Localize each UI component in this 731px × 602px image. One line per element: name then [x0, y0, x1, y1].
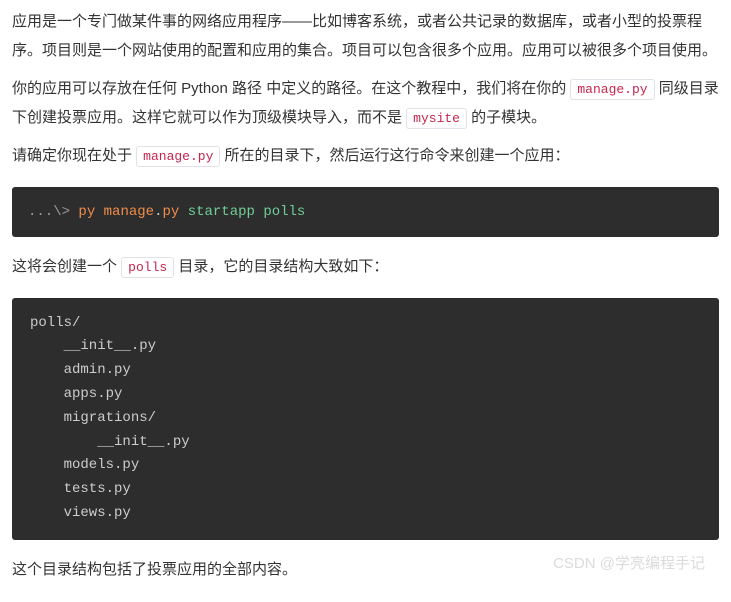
inline-code-mysite: mysite — [406, 108, 467, 129]
inline-code-polls: polls — [121, 257, 174, 278]
text: 你的应用可以存放在任何 Python 路径 中定义的路径。在这个教程中，我们将在… — [12, 80, 570, 97]
cmd-token-startapp: startapp — [188, 204, 255, 220]
shell-prompt: ...\> — [28, 204, 78, 220]
text: 这个目录结构包括了投票应用的全部内容。 — [12, 561, 297, 578]
intro-paragraph-3: 请确定你现在处于 manage.py 所在的目录下，然后运行这行命令来创建一个应… — [12, 142, 719, 171]
intro-paragraph-1: 应用是一个专门做某件事的网络应用程序——比如博客系统，或者公共记录的数据库，或者… — [12, 8, 719, 65]
text: 请确定你现在处于 — [12, 147, 136, 164]
article-container: 应用是一个专门做某件事的网络应用程序——比如博客系统，或者公共记录的数据库，或者… — [12, 8, 719, 584]
text: 这将会创建一个 — [12, 258, 121, 275]
intro-paragraph-2: 你的应用可以存放在任何 Python 路径 中定义的路径。在这个教程中，我们将在… — [12, 75, 719, 132]
text: 应用是一个专门做某件事的网络应用程序——比如博客系统，或者公共记录的数据库，或者… — [12, 13, 717, 59]
cmd-token-polls: polls — [263, 204, 305, 220]
cmd-token-py: py — [78, 204, 95, 220]
cmd-token-ext: py — [162, 204, 179, 220]
result-paragraph: 这将会创建一个 polls 目录，它的目录结构大致如下： — [12, 253, 719, 282]
command-code-block[interactable]: ...\> py manage.py startapp polls — [12, 187, 719, 238]
inline-code-manage-py: manage.py — [570, 79, 654, 100]
directory-tree-code-block[interactable]: polls/ __init__.py admin.py apps.py migr… — [12, 298, 719, 540]
closing-paragraph: 这个目录结构包括了投票应用的全部内容。 — [12, 556, 719, 585]
cmd-token-manage: manage — [104, 204, 154, 220]
text: 所在的目录下，然后运行这行命令来创建一个应用： — [220, 147, 569, 164]
inline-code-manage-py-2: manage.py — [136, 146, 220, 167]
text: 的子模块。 — [467, 109, 546, 126]
text: 目录，它的目录结构大致如下： — [174, 258, 388, 275]
